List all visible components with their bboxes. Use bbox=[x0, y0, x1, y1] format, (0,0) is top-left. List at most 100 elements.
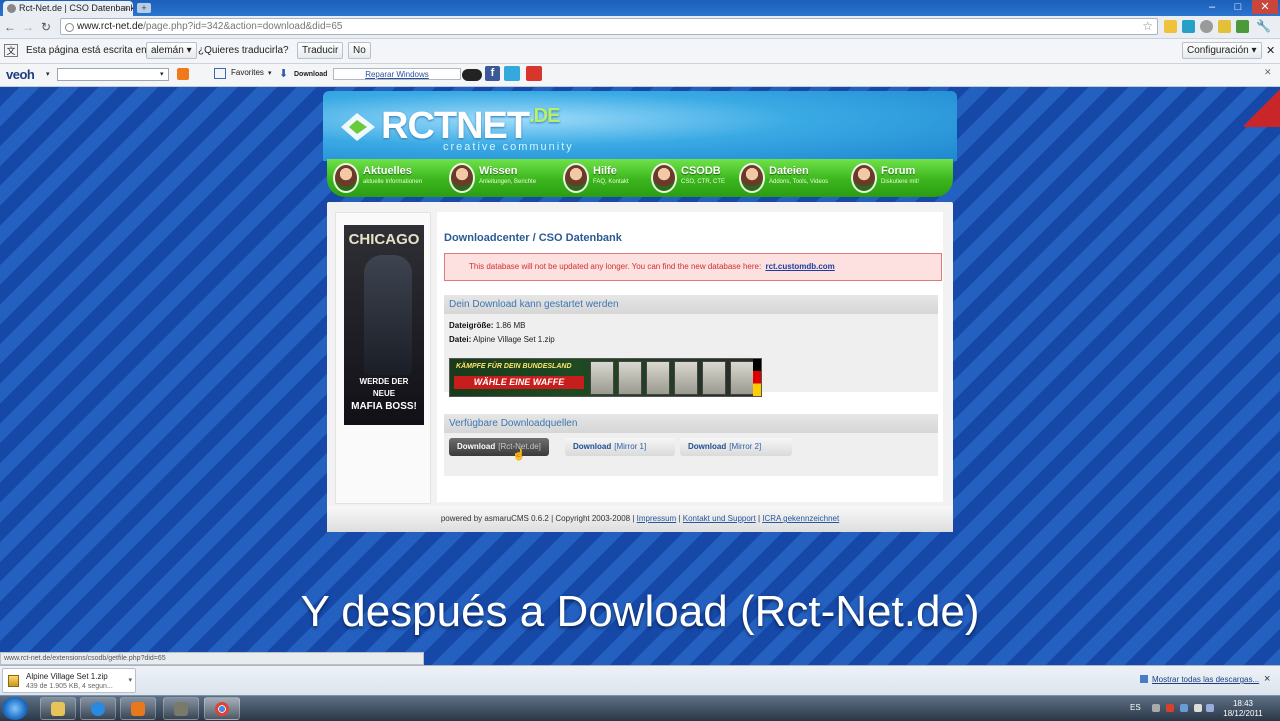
media-player-icon bbox=[131, 702, 145, 716]
window-close-icon[interactable]: ✕ bbox=[1252, 0, 1278, 14]
show-all-downloads-link[interactable]: Mostrar todas las descargas... bbox=[1152, 675, 1259, 684]
red-app-icon[interactable] bbox=[526, 66, 542, 81]
customdb-link[interactable]: rct.customdb.com bbox=[765, 262, 834, 271]
ie-taskbar-button[interactable] bbox=[80, 697, 116, 720]
size-label: Dateigröße: bbox=[449, 321, 494, 330]
page-viewport: RCTNET.DE creative community Aktuelles a… bbox=[0, 87, 1280, 665]
twitter-icon[interactable] bbox=[504, 66, 520, 81]
weapon-icon bbox=[674, 361, 698, 395]
kontakt-link[interactable]: Kontakt und Support bbox=[683, 514, 756, 523]
download-rctnet-button[interactable]: Download [Rct-Net.de] bbox=[449, 438, 549, 456]
address-bar[interactable]: www.rct-net.de/page.php?id=342&action=do… bbox=[60, 18, 1158, 35]
search-icon[interactable] bbox=[177, 68, 189, 80]
tray-arrow-icon[interactable] bbox=[1152, 704, 1160, 712]
icra-link[interactable]: ICRA gekennzeichnet bbox=[762, 514, 839, 523]
volume-icon[interactable] bbox=[1194, 704, 1202, 712]
avatar bbox=[449, 163, 475, 193]
shelf-close-icon[interactable]: × bbox=[1264, 673, 1270, 685]
download-item[interactable]: Alpine Village Set 1.zip 439 de 1.905 KB… bbox=[2, 668, 136, 693]
veoh-logo[interactable]: veoh bbox=[6, 67, 35, 82]
nav-sub: Anleitungen, Berichte bbox=[479, 179, 537, 185]
chevron-down-icon[interactable]: ▾ bbox=[46, 70, 50, 78]
download-mirror1-button[interactable]: Download [Mirror 1] bbox=[565, 438, 675, 456]
bookmark-star-icon[interactable]: ☆ bbox=[1142, 19, 1153, 34]
ad-line: WERDE DER bbox=[359, 377, 409, 386]
nav-item-csodb[interactable]: CSODB CSO, CTR, CTE bbox=[647, 161, 731, 195]
nav-sub: Addons, Tools, Videos bbox=[769, 179, 829, 185]
extension-icon[interactable] bbox=[1164, 20, 1177, 33]
button-label: Download bbox=[457, 442, 496, 451]
back-icon[interactable]: ← bbox=[2, 19, 18, 35]
new-tab-button[interactable]: + bbox=[137, 3, 151, 13]
translate-settings-button[interactable]: Configuración ▾ bbox=[1182, 42, 1262, 59]
start-button[interactable] bbox=[2, 697, 28, 720]
browser-tab[interactable]: Rct-Net.de | CSO Datenbank × bbox=[3, 1, 133, 16]
wrench-menu-icon[interactable]: 🔧 bbox=[1256, 20, 1271, 33]
explorer-taskbar-button[interactable] bbox=[40, 697, 76, 720]
mirror-label: [Mirror 2] bbox=[729, 442, 762, 451]
nav-item-forum[interactable]: Forum Diskutiere mit! bbox=[847, 161, 951, 195]
extension-icon[interactable] bbox=[1200, 20, 1213, 33]
tab-close-icon[interactable]: × bbox=[124, 1, 129, 16]
main-column: Downloadcenter / CSO Datenbank This data… bbox=[437, 212, 943, 502]
avatar bbox=[851, 163, 877, 193]
extension-icon[interactable] bbox=[1182, 20, 1195, 33]
nav-label: Aktuelles bbox=[363, 165, 412, 177]
nav-item-wissen[interactable]: Wissen Anleitungen, Berichte bbox=[445, 161, 553, 195]
extension-icon[interactable] bbox=[1218, 20, 1231, 33]
tray-app-icon[interactable] bbox=[1206, 704, 1214, 712]
page-icon bbox=[65, 23, 74, 32]
taskbar-clock[interactable]: 18:43 18/12/2011 bbox=[1218, 699, 1268, 719]
weapon-icon bbox=[590, 361, 614, 395]
chevron-down-icon[interactable]: ▾ bbox=[268, 69, 272, 77]
ad-banner[interactable]: CHICAGO WERDE DER NEUE MAFIA BOSS! bbox=[344, 225, 424, 425]
site-logo-icon bbox=[341, 113, 375, 141]
download-filename: Alpine Village Set 1.zip bbox=[26, 672, 108, 681]
forward-icon[interactable]: → bbox=[20, 19, 36, 35]
zip-file-icon bbox=[8, 675, 19, 687]
ie-icon bbox=[91, 702, 105, 716]
infobar-close-icon[interactable]: ✕ bbox=[1266, 44, 1275, 57]
status-bar-url: www.rct-net.de/extensions/csodb/getfile.… bbox=[0, 652, 424, 665]
url-host: www.rct-net.de bbox=[77, 21, 144, 32]
favorites-button[interactable]: Favorites bbox=[231, 68, 264, 77]
no-translate-button[interactable]: No bbox=[348, 42, 371, 59]
veoh-search-input[interactable] bbox=[57, 68, 169, 81]
avatar bbox=[563, 163, 589, 193]
extension-icon[interactable] bbox=[1236, 20, 1249, 33]
translate-button[interactable]: Traducir bbox=[297, 42, 344, 59]
corner-ribbon[interactable] bbox=[1244, 87, 1280, 127]
download-mirror2-button[interactable]: Download [Mirror 2] bbox=[680, 438, 792, 456]
toolbar-close-icon[interactable]: ✕ bbox=[1264, 67, 1272, 78]
chevron-down-icon[interactable]: ▾ bbox=[128, 676, 132, 684]
ninja-icon[interactable] bbox=[462, 69, 482, 81]
chevron-down-icon[interactable]: ▾ bbox=[160, 70, 164, 78]
weapon-icon bbox=[702, 361, 726, 395]
media-taskbar-button[interactable] bbox=[120, 697, 156, 720]
language-select[interactable]: alemán ▾ bbox=[146, 42, 197, 59]
minimize-icon[interactable]: – bbox=[1200, 0, 1224, 14]
weapon-ad-banner[interactable]: KÄMPFE FÜR DEIN BUNDESLAND WÄHLE EINE WA… bbox=[449, 358, 762, 397]
network-icon[interactable] bbox=[1180, 704, 1188, 712]
facebook-icon[interactable]: f bbox=[485, 66, 500, 81]
nav-sub: Diskutiere mit! bbox=[881, 179, 920, 185]
nav-item-aktuelles[interactable]: Aktuelles aktuelle Informationen bbox=[329, 161, 439, 195]
german-flag-icon bbox=[753, 359, 761, 396]
language-indicator[interactable]: ES bbox=[1130, 703, 1141, 712]
reload-icon[interactable]: ↻ bbox=[38, 19, 54, 35]
chrome-taskbar-button[interactable] bbox=[204, 697, 240, 720]
ad-line: NEUE bbox=[372, 389, 396, 398]
veoh-toolbar: veoh ▾ ▾ Favorites ▾ ⬇ Download Reparar … bbox=[0, 64, 1280, 87]
button-label: Download bbox=[688, 442, 727, 451]
nav-item-hilfe[interactable]: Hilfe FAQ, Kontakt bbox=[559, 161, 643, 195]
language-value: alemán bbox=[151, 45, 184, 56]
impressum-link[interactable]: Impressum bbox=[637, 514, 677, 523]
maximize-icon[interactable]: □ bbox=[1226, 0, 1250, 14]
app-taskbar-button[interactable] bbox=[163, 697, 199, 720]
repair-windows-link[interactable]: Reparar Windows bbox=[333, 68, 461, 80]
flag-icon[interactable] bbox=[1166, 704, 1174, 712]
file-value: Alpine Village Set 1.zip bbox=[473, 335, 555, 344]
avatar bbox=[739, 163, 765, 193]
nav-item-dateien[interactable]: Dateien Addons, Tools, Videos bbox=[735, 161, 845, 195]
download-button[interactable]: Download bbox=[294, 71, 327, 78]
